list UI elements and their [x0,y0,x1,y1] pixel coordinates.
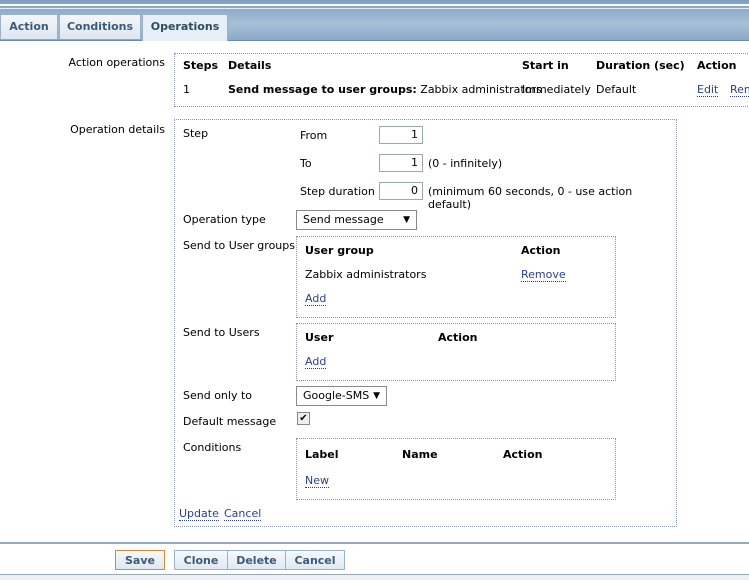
col-name: Name [402,448,438,461]
operation-details-panel: Step From 1 To 1 (0 - infinitely) Step d… [174,119,677,527]
tab-operations[interactable]: Operations [142,14,228,41]
col-start-in: Start in [522,59,569,72]
cancel-link[interactable]: Cancel [224,507,262,521]
delete-button[interactable]: Delete [227,550,286,570]
save-button[interactable]: Save [115,550,165,570]
divider [0,574,749,580]
operation-type-select[interactable]: Send message ▼ [296,210,417,230]
default-message-checkbox[interactable]: ✔ [297,412,310,425]
from-input[interactable]: 1 [379,126,423,144]
clone-button[interactable]: Clone [174,550,228,570]
row-duration: Default [596,83,637,96]
user-group-name: Zabbix administrators [305,268,427,281]
col-duration: Duration (sec) [596,59,685,72]
operation-details-label: Operation details [70,123,165,136]
new-condition-link[interactable]: New [305,474,329,488]
col-action: Action [503,448,543,461]
dropdown-arrow-icon: ▼ [403,215,410,225]
update-link[interactable]: Update [179,507,219,521]
send-only-to-label: Send only to [183,389,253,402]
tab-bar: Action Conditions Operations [0,0,749,41]
operation-type-label: Operation type [183,213,266,226]
tab-conditions[interactable]: Conditions [59,14,141,39]
to-hint: (0 - infinitely) [428,157,503,170]
col-label: Label [305,448,339,461]
default-message-label: Default message [183,415,277,428]
conditions-label: Conditions [183,441,242,454]
to-input[interactable]: 1 [379,154,423,172]
cancel-button[interactable]: Cancel [285,550,345,570]
users-label: Send to Users [183,326,260,339]
action-operations-label: Action operations [68,56,166,69]
step-duration-hint: (minimum 60 seconds, 0 - use action defa… [428,185,633,211]
col-action: Action [521,244,561,257]
details-type: Send message to user groups: [228,83,417,96]
tab-action[interactable]: Action [0,14,58,39]
row-start-in: Immediately [522,83,591,96]
remove-link[interactable]: Remove [730,83,749,97]
step-label: Step [183,127,209,140]
user-groups-table: User group Action Zabbix administrators … [296,236,616,318]
col-action: Action [438,331,478,344]
add-user-link[interactable]: Add [305,355,327,369]
divider [0,4,749,6]
from-label: From [300,129,328,142]
users-table: User Action Add [296,323,616,381]
col-steps: Steps [183,59,219,72]
user-groups-label: Send to User groups [183,239,295,252]
col-action: Action [697,59,737,72]
add-user-group-link[interactable]: Add [305,292,327,306]
to-label: To [300,157,312,170]
step-duration-input[interactable]: 0 [379,182,423,200]
row-details: Send message to user groups: Zabbix admi… [228,83,542,96]
action-operations-table: Steps Details Start in Duration (sec) Ac… [174,53,749,107]
operation-type-value: Send message [303,213,384,226]
col-user-group: User group [305,244,374,257]
col-user: User [305,331,334,344]
divider [0,8,749,9]
col-details: Details [228,59,272,72]
edit-link[interactable]: Edit [697,83,719,97]
dropdown-arrow-icon: ▼ [373,391,380,401]
send-only-to-value: Google-SMS [303,389,370,402]
step-duration-label: Step duration [300,185,375,198]
remove-user-group-link[interactable]: Remove [521,268,566,282]
conditions-table: Label Name Action New [296,438,616,500]
row-step: 1 [183,83,190,96]
send-only-to-select[interactable]: Google-SMS ▼ [296,386,387,406]
